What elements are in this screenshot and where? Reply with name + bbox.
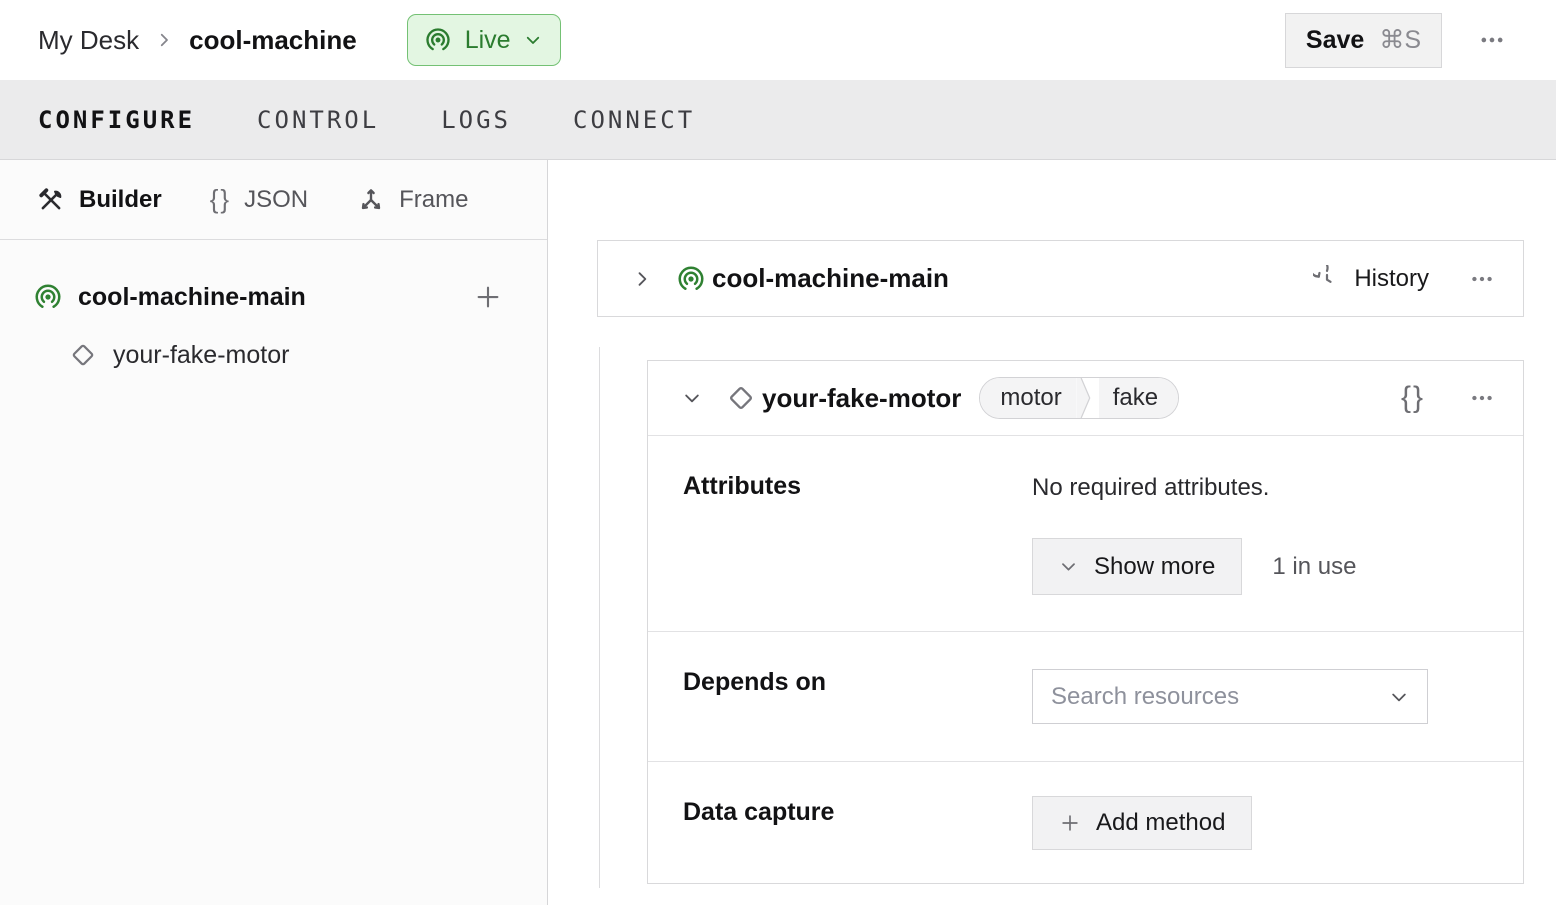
component-json-button[interactable]: {} xyxy=(1397,377,1429,419)
tag-model: fake xyxy=(1098,378,1179,418)
tag-type: motor xyxy=(980,378,1076,418)
chevron-down-icon xyxy=(1062,563,1075,571)
resource-tree: cool-machine-main your-fake-motor xyxy=(0,240,547,377)
ellipsis-icon xyxy=(1472,395,1492,401)
component-diamond-icon xyxy=(69,341,97,369)
chevron-down-icon xyxy=(685,394,699,403)
breadcrumb-parent-link[interactable]: My Desk xyxy=(38,25,139,56)
chevron-down-icon xyxy=(524,31,542,49)
attributes-section: Attributes No required attributes. Show … xyxy=(648,435,1523,631)
save-button[interactable]: Save ⌘S xyxy=(1284,12,1442,68)
tree-item-component[interactable]: your-fake-motor xyxy=(0,333,547,377)
ellipsis-icon xyxy=(1481,37,1503,43)
tab-configure[interactable]: CONFIGURE xyxy=(38,106,195,134)
component-card: your-fake-motor motor fake {} Attributes… xyxy=(647,360,1524,884)
config-sidebar: Builder {} JSON Frame cool-machine-main … xyxy=(0,160,548,905)
depends-on-select[interactable] xyxy=(1032,669,1428,724)
search-resources-input[interactable] xyxy=(1051,682,1389,711)
config-main-panel: cool-machine-main History your-fake-moto… xyxy=(548,160,1556,905)
machine-status-dropdown[interactable]: Live xyxy=(406,14,561,66)
frame-axes-icon xyxy=(356,185,386,215)
save-shortcut: ⌘S xyxy=(1379,26,1421,54)
view-toggle: Builder {} JSON Frame xyxy=(0,160,547,240)
view-json[interactable]: {} JSON xyxy=(210,184,308,215)
header-actions: Save ⌘S xyxy=(1284,12,1510,68)
app-header: My Desk cool-machine Live Save ⌘S xyxy=(0,0,1556,80)
breadcrumb: My Desk cool-machine xyxy=(38,25,357,56)
crossed-tools-icon xyxy=(36,185,66,215)
component-type-model-tag: motor fake xyxy=(979,377,1180,419)
chevron-right-icon xyxy=(638,271,647,286)
tag-divider-chevron xyxy=(1076,378,1091,418)
history-button[interactable]: History xyxy=(1313,264,1429,293)
attributes-empty-text: No required attributes. xyxy=(1032,474,1270,501)
chevron-down-icon xyxy=(1392,693,1406,701)
plus-icon xyxy=(477,286,499,308)
expand-machine-card-button[interactable] xyxy=(628,265,656,293)
component-card-header: your-fake-motor motor fake {} xyxy=(648,361,1523,435)
attributes-label: Attributes xyxy=(683,472,802,500)
depends-on-label: Depends on xyxy=(683,668,827,696)
show-more-button[interactable]: Show more xyxy=(1032,538,1243,595)
add-method-button[interactable]: Add method xyxy=(1032,796,1253,850)
view-builder[interactable]: Builder xyxy=(36,185,162,215)
tree-machine-label: cool-machine-main xyxy=(78,282,306,311)
machine-icon xyxy=(676,264,706,294)
component-card-title: your-fake-motor xyxy=(762,382,962,413)
machine-menu-button[interactable] xyxy=(1474,22,1510,58)
machine-tab-bar: CONFIGURE CONTROL LOGS CONNECT xyxy=(0,80,1556,160)
tab-logs[interactable]: LOGS xyxy=(441,106,511,134)
view-json-label: JSON xyxy=(244,185,309,213)
ellipsis-icon xyxy=(1472,276,1492,281)
braces-icon: {} xyxy=(209,184,232,214)
show-more-label: Show more xyxy=(1094,552,1216,580)
attributes-in-use-count: 1 in use xyxy=(1272,552,1357,580)
add-method-label: Add method xyxy=(1096,809,1226,836)
tree-connector-line xyxy=(599,347,600,888)
view-frame-label: Frame xyxy=(399,185,469,213)
component-diamond-icon xyxy=(726,383,756,413)
plus-icon xyxy=(1062,815,1078,831)
tab-control[interactable]: CONTROL xyxy=(257,106,379,134)
machine-icon xyxy=(33,282,63,312)
data-capture-label: Data capture xyxy=(683,798,835,826)
tree-item-machine[interactable]: cool-machine-main xyxy=(0,273,547,321)
history-clock-icon xyxy=(1313,264,1341,293)
add-component-button[interactable] xyxy=(469,278,507,316)
data-capture-section: Data capture Add method xyxy=(648,761,1523,883)
machine-card-title: cool-machine-main xyxy=(712,263,949,293)
view-builder-label: Builder xyxy=(79,185,162,213)
machine-live-icon xyxy=(424,26,452,54)
tab-connect[interactable]: CONNECT xyxy=(573,106,695,134)
history-label: History xyxy=(1354,264,1429,292)
save-label: Save xyxy=(1305,25,1365,54)
tree-component-label: your-fake-motor xyxy=(113,340,290,369)
view-frame[interactable]: Frame xyxy=(356,185,468,215)
depends-on-section: Depends on xyxy=(648,631,1523,761)
collapse-component-card-button[interactable] xyxy=(678,384,706,412)
machine-status-label: Live xyxy=(464,25,511,54)
machine-card-menu-button[interactable] xyxy=(1465,262,1499,296)
braces-icon: {} xyxy=(1400,381,1425,414)
chevron-right-icon xyxy=(155,31,173,49)
breadcrumb-current: cool-machine xyxy=(189,24,357,55)
component-card-menu-button[interactable] xyxy=(1465,381,1499,415)
machine-card: cool-machine-main History xyxy=(597,240,1524,317)
